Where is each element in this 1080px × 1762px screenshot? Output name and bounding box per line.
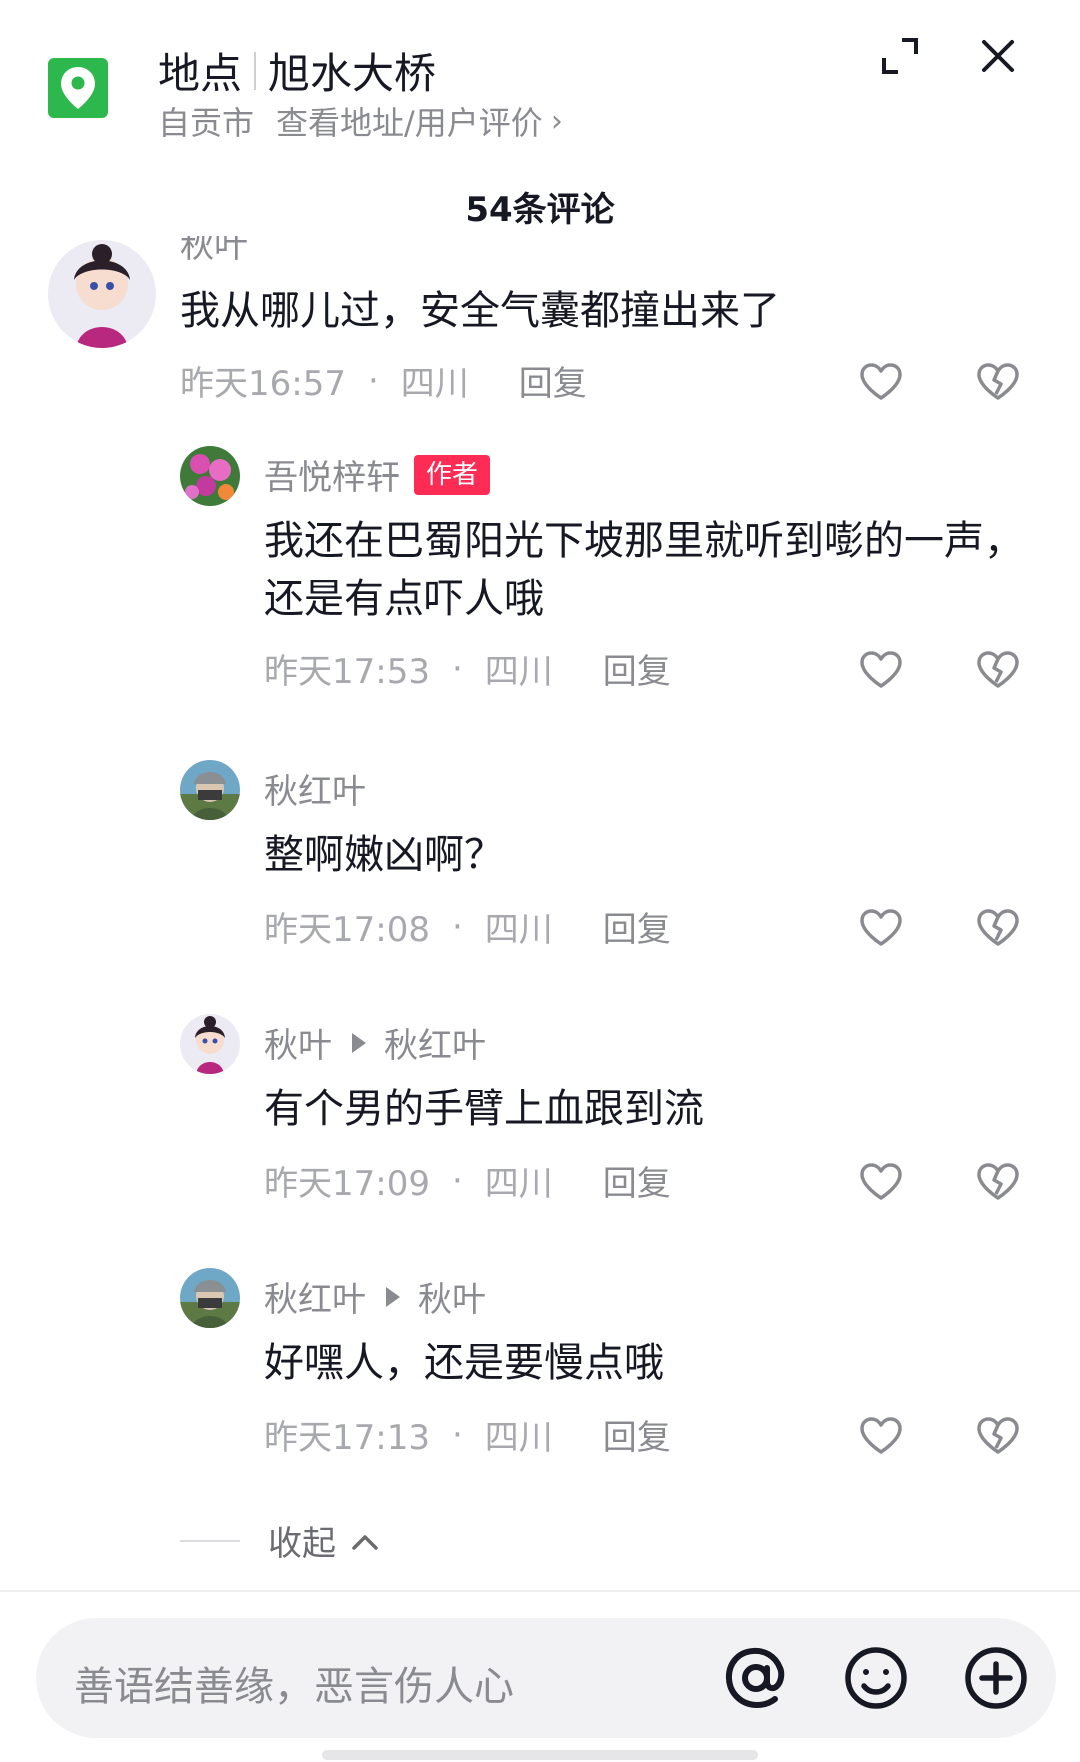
- place-name: 旭水大桥: [268, 49, 437, 98]
- home-indicator: [322, 1750, 758, 1760]
- like-heart-icon[interactable]: [859, 362, 903, 402]
- avatar[interactable]: [180, 1014, 240, 1074]
- avatar[interactable]: [180, 1268, 240, 1328]
- reply-meta: 昨天17:09 · 四川 回复: [264, 1156, 671, 1205]
- comment-time: 昨天16:57: [180, 364, 346, 404]
- reply-time: 昨天17:09: [264, 1164, 430, 1204]
- reply-button[interactable]: 回复: [603, 644, 671, 693]
- comment-input-bar[interactable]: 善语结善缘，恶言伤人心: [36, 1618, 1056, 1738]
- plus-icon[interactable]: [962, 1644, 1030, 1712]
- reply-region: 四川: [484, 1418, 553, 1458]
- reply-time: 昨天17:53: [264, 652, 430, 692]
- expand-icon[interactable]: [876, 32, 924, 80]
- reply-time: 昨天17:08: [264, 910, 430, 950]
- comment-list[interactable]: 秋叶 我从哪儿过，安全气囊都撞出来了 昨天16:57 · 四川 回复 吾悦梓轩 …: [0, 236, 1080, 1588]
- reply-to-username[interactable]: 秋叶: [418, 1272, 486, 1321]
- reply-button[interactable]: 回复: [603, 1410, 671, 1459]
- reply-username[interactable]: 秋红叶: [264, 764, 366, 813]
- dislike-broken-heart-icon[interactable]: [976, 1416, 1020, 1456]
- author-badge: 作者: [414, 454, 491, 495]
- comment-count: 54条评论: [465, 190, 615, 230]
- place-subtitle[interactable]: 自贡市 查看地址/用户评价 ›: [158, 98, 563, 144]
- reply-button[interactable]: 回复: [603, 902, 671, 951]
- meta-dot: ·: [367, 360, 379, 401]
- title-divider: [254, 51, 257, 90]
- location-pin-icon[interactable]: [48, 58, 108, 118]
- reply-username[interactable]: 吾悦梓轩 作者: [264, 450, 491, 499]
- emoji-icon[interactable]: [842, 1644, 910, 1712]
- reply-to-username[interactable]: 秋红叶: [384, 1018, 486, 1067]
- comment-input[interactable]: 善语结善缘，恶言伤人心: [74, 1654, 514, 1712]
- like-heart-icon[interactable]: [859, 650, 903, 690]
- avatar[interactable]: [180, 446, 240, 506]
- meta-dot: ·: [451, 1414, 463, 1455]
- dislike-broken-heart-icon[interactable]: [976, 908, 1020, 948]
- view-address-link[interactable]: 查看地址/用户评价: [276, 98, 543, 144]
- comment-meta: 昨天16:57 · 四川 回复: [180, 356, 587, 405]
- reply-text: 整啊嫩凶啊？: [264, 832, 504, 878]
- comment-region: 四川: [400, 364, 469, 404]
- meta-dot: ·: [451, 648, 463, 689]
- reply-button[interactable]: 回复: [519, 356, 587, 405]
- reply-text: 有个男的手臂上血跟到流: [264, 1086, 704, 1132]
- at-icon[interactable]: [720, 1642, 792, 1714]
- reply-meta: 昨天17:13 · 四川 回复: [264, 1410, 671, 1459]
- collapse-divider-line: [180, 1539, 240, 1542]
- reply-text: 好嘿人，还是要慢点哦: [264, 1340, 664, 1386]
- input-divider: [0, 1590, 1080, 1592]
- avatar[interactable]: [48, 240, 156, 348]
- like-heart-icon[interactable]: [859, 908, 903, 948]
- comment-text: 我从哪儿过，安全气囊都撞出来了: [180, 288, 780, 334]
- reply-username[interactable]: 秋红叶 秋叶: [264, 1272, 486, 1321]
- collapse-replies-button[interactable]: 收起: [180, 1516, 380, 1565]
- place-title[interactable]: 地点 旭水大桥: [158, 40, 436, 101]
- meta-dot: ·: [451, 1160, 463, 1201]
- close-icon[interactable]: [974, 32, 1022, 80]
- collapse-label: 收起: [268, 1524, 336, 1564]
- reply-meta: 昨天17:53 · 四川 回复: [264, 644, 671, 693]
- like-heart-icon[interactable]: [859, 1416, 903, 1456]
- reply-region: 四川: [484, 910, 553, 950]
- reply-to-arrow-icon: [386, 1286, 400, 1307]
- reply-region: 四川: [484, 652, 553, 692]
- like-heart-icon[interactable]: [859, 1162, 903, 1202]
- chevron-right-icon: ›: [550, 103, 563, 139]
- comment-username[interactable]: 秋叶: [180, 236, 248, 267]
- dislike-broken-heart-icon[interactable]: [976, 1162, 1020, 1202]
- dislike-broken-heart-icon[interactable]: [976, 362, 1020, 402]
- reply-region: 四川: [484, 1164, 553, 1204]
- reply-meta: 昨天17:08 · 四川 回复: [264, 902, 671, 951]
- place-city: 自贡市: [158, 104, 255, 142]
- place-category: 地点: [158, 49, 243, 98]
- reply-time: 昨天17:13: [264, 1418, 430, 1458]
- avatar[interactable]: [180, 760, 240, 820]
- reply-text: 我还在巴蜀阳光下坡那里就听到嘭的一声，还是有点吓人哦: [264, 518, 1024, 622]
- chevron-up-icon: [350, 1521, 380, 1561]
- reply-username[interactable]: 秋叶 秋红叶: [264, 1018, 486, 1067]
- reply-button[interactable]: 回复: [603, 1156, 671, 1205]
- meta-dot: ·: [451, 906, 463, 947]
- reply-to-arrow-icon: [352, 1032, 366, 1053]
- dislike-broken-heart-icon[interactable]: [976, 650, 1020, 690]
